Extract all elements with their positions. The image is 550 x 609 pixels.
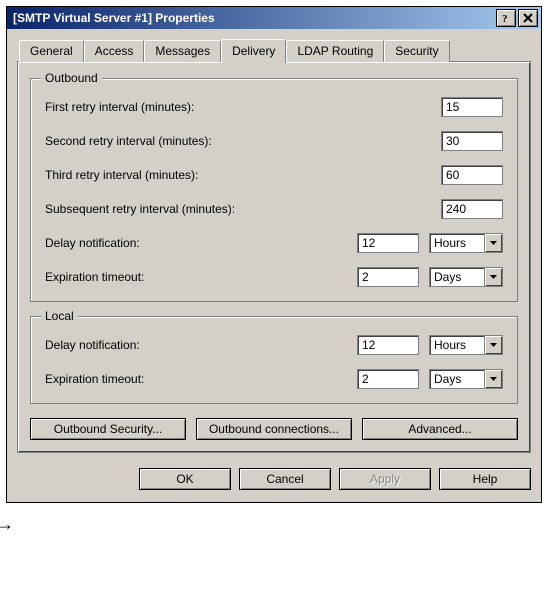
advanced-button[interactable]: Advanced... bbox=[362, 418, 518, 440]
outbound-legend: Outbound bbox=[41, 71, 102, 85]
first-retry-input[interactable] bbox=[441, 97, 503, 117]
cancel-button[interactable]: Cancel bbox=[239, 468, 331, 490]
outbound-expire-input[interactable] bbox=[357, 267, 419, 287]
properties-dialog: [SMTP Virtual Server #1] Properties ? Ge… bbox=[6, 6, 542, 503]
tab-bar: General Access Messages Delivery LDAP Ro… bbox=[19, 39, 531, 62]
window-title: [SMTP Virtual Server #1] Properties bbox=[13, 11, 215, 25]
outbound-delay-unit-select[interactable]: Hours bbox=[429, 233, 503, 253]
first-retry-label: First retry interval (minutes): bbox=[45, 100, 441, 114]
second-retry-label: Second retry interval (minutes): bbox=[45, 134, 441, 148]
tab-delivery[interactable]: Delivery bbox=[221, 39, 286, 63]
local-group: Local Delay notification: Hours Expirati… bbox=[30, 316, 518, 404]
chevron-down-icon bbox=[484, 234, 502, 252]
close-icon[interactable] bbox=[518, 9, 538, 27]
ok-button[interactable]: OK bbox=[139, 468, 231, 490]
outbound-expire-unit-select[interactable]: Days bbox=[429, 267, 503, 287]
apply-button[interactable]: Apply bbox=[339, 468, 431, 490]
subsequent-retry-input[interactable] bbox=[441, 199, 503, 219]
local-delay-input[interactable] bbox=[357, 335, 419, 355]
svg-text:?: ? bbox=[502, 13, 508, 23]
outbound-delay-input[interactable] bbox=[357, 233, 419, 253]
chevron-down-icon bbox=[484, 268, 502, 286]
local-legend: Local bbox=[41, 309, 78, 323]
pointer-arrow: → bbox=[0, 514, 10, 535]
tab-ldap-routing[interactable]: LDAP Routing bbox=[286, 40, 384, 62]
local-expire-unit-select[interactable]: Days bbox=[429, 369, 503, 389]
outbound-connections-button[interactable]: Outbound connections... bbox=[196, 418, 352, 440]
second-retry-input[interactable] bbox=[441, 131, 503, 151]
outbound-group: Outbound First retry interval (minutes):… bbox=[30, 78, 518, 302]
local-expire-input[interactable] bbox=[357, 369, 419, 389]
help-button[interactable]: Help bbox=[439, 468, 531, 490]
third-retry-input[interactable] bbox=[441, 165, 503, 185]
delivery-panel: Outbound First retry interval (minutes):… bbox=[17, 61, 531, 453]
local-delay-unit-text: Hours bbox=[430, 338, 466, 352]
outbound-expire-label: Expiration timeout: bbox=[45, 270, 357, 284]
tab-messages[interactable]: Messages bbox=[144, 40, 221, 62]
outbound-delay-unit-text: Hours bbox=[430, 236, 466, 250]
local-delay-label: Delay notification: bbox=[45, 338, 357, 352]
help-icon[interactable]: ? bbox=[496, 9, 516, 27]
local-delay-unit-select[interactable]: Hours bbox=[429, 335, 503, 355]
subsequent-retry-label: Subsequent retry interval (minutes): bbox=[45, 202, 441, 216]
tab-access[interactable]: Access bbox=[84, 40, 145, 62]
tab-security[interactable]: Security bbox=[384, 40, 449, 62]
title-bar[interactable]: [SMTP Virtual Server #1] Properties ? bbox=[7, 7, 541, 29]
outbound-delay-label: Delay notification: bbox=[45, 236, 357, 250]
local-expire-unit-text: Days bbox=[430, 372, 461, 386]
chevron-down-icon bbox=[484, 336, 502, 354]
chevron-down-icon bbox=[484, 370, 502, 388]
third-retry-label: Third retry interval (minutes): bbox=[45, 168, 441, 182]
tab-general[interactable]: General bbox=[19, 40, 84, 62]
outbound-security-button[interactable]: Outbound Security... bbox=[30, 418, 186, 440]
outbound-expire-unit-text: Days bbox=[430, 270, 461, 284]
local-expire-label: Expiration timeout: bbox=[45, 372, 357, 386]
